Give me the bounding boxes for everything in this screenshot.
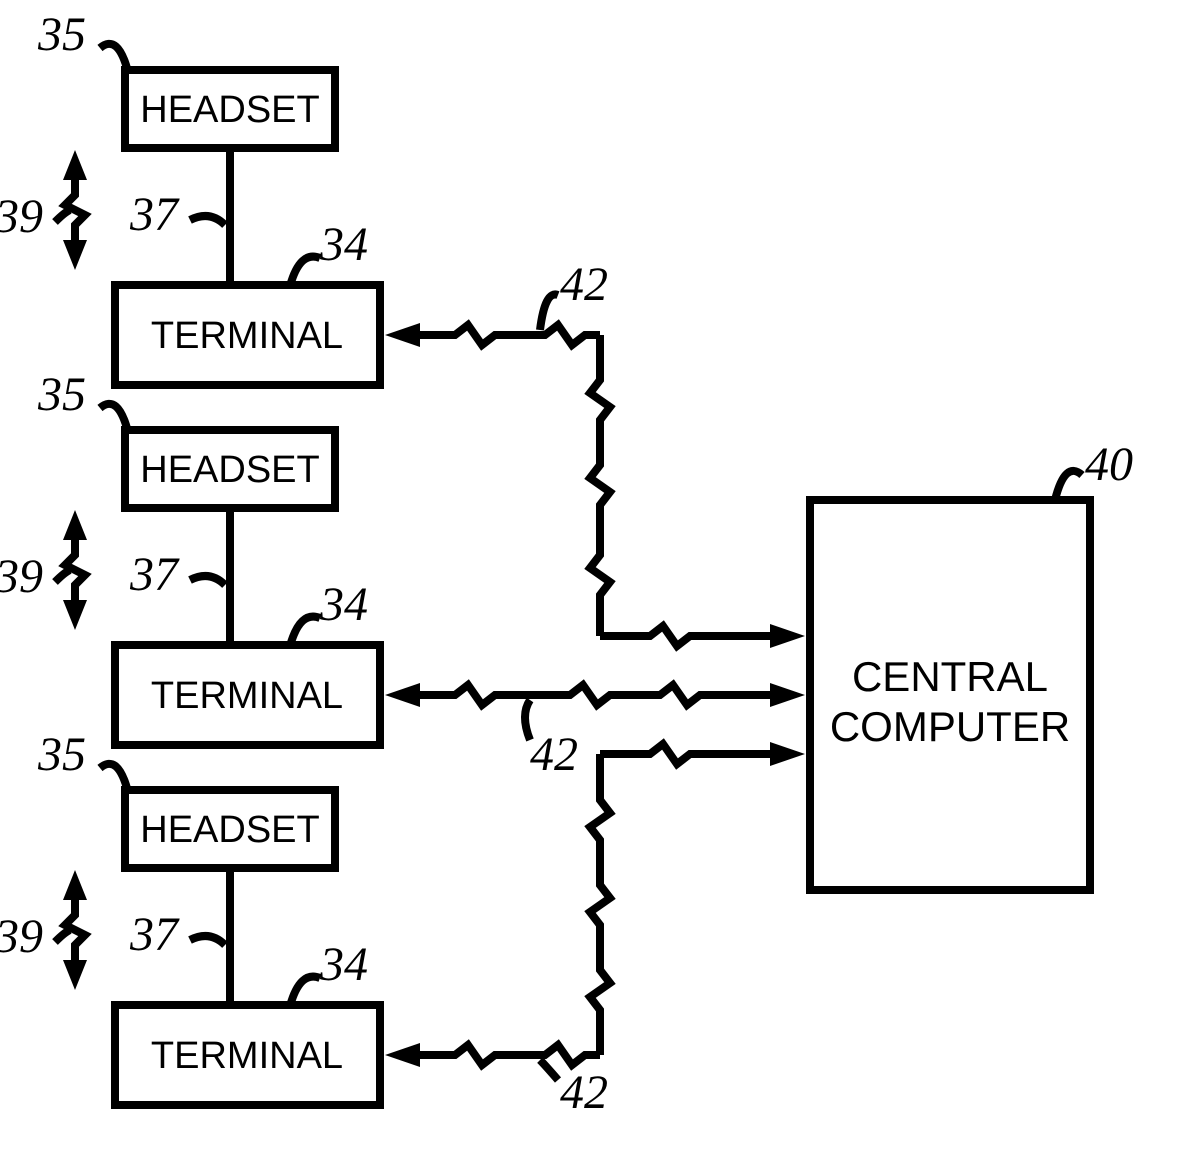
ref-39: 39 [0, 190, 43, 243]
ref-40: 40 [1085, 438, 1133, 491]
headset-label: HEADSET [140, 449, 319, 491]
ref-37-leader [190, 576, 225, 585]
ref-34: 34 [319, 938, 368, 991]
group-1: HEADSET 35 37 39 TERMINAL 34 [0, 8, 380, 385]
ref-37: 37 [129, 548, 180, 601]
ref-37-leader [190, 216, 225, 225]
ref-39-leader [55, 210, 70, 222]
diagram-root: HEADSET 35 37 39 TERMINAL 34 HEADSET 35 … [0, 0, 1182, 1172]
ref-37: 37 [129, 188, 180, 241]
ref-34: 34 [319, 578, 368, 631]
headset-label: HEADSET [140, 809, 319, 851]
group-3: HEADSET 35 37 39 TERMINAL 34 [0, 728, 380, 1105]
headset-label: HEADSET [140, 89, 319, 131]
ref-42: 42 [560, 1066, 608, 1119]
ref-39: 39 [0, 910, 43, 963]
ref-40-leader [1055, 471, 1082, 500]
ref-37-leader [190, 936, 225, 945]
link-terminal3-central: 42 [385, 742, 805, 1119]
central-label-line2: COMPUTER [830, 703, 1070, 750]
ref-37: 37 [129, 908, 180, 961]
ref-34: 34 [319, 218, 368, 271]
ref-42-leader [525, 700, 530, 740]
ref-39-leader [55, 570, 70, 582]
terminal-label: TERMINAL [151, 675, 343, 717]
ref-35-leader [100, 44, 128, 72]
ref-35: 35 [37, 368, 86, 421]
central-label-line1: CENTRAL [852, 653, 1048, 700]
ref-35: 35 [37, 8, 86, 61]
ref-39-leader [55, 930, 70, 942]
ref-42: 42 [530, 728, 578, 781]
group-2: HEADSET 35 37 39 TERMINAL 34 [0, 368, 380, 745]
ref-35-leader [100, 404, 128, 432]
ref-35-leader [100, 764, 128, 792]
terminal-label: TERMINAL [151, 315, 343, 357]
link-terminal2-central: 42 [385, 683, 805, 781]
terminal-label: TERMINAL [151, 1035, 343, 1077]
link-terminal1-central: 42 [385, 258, 805, 648]
ref-42-leader [540, 1060, 558, 1080]
ref-39: 39 [0, 550, 43, 603]
ref-35: 35 [37, 728, 86, 781]
ref-42: 42 [560, 258, 608, 311]
